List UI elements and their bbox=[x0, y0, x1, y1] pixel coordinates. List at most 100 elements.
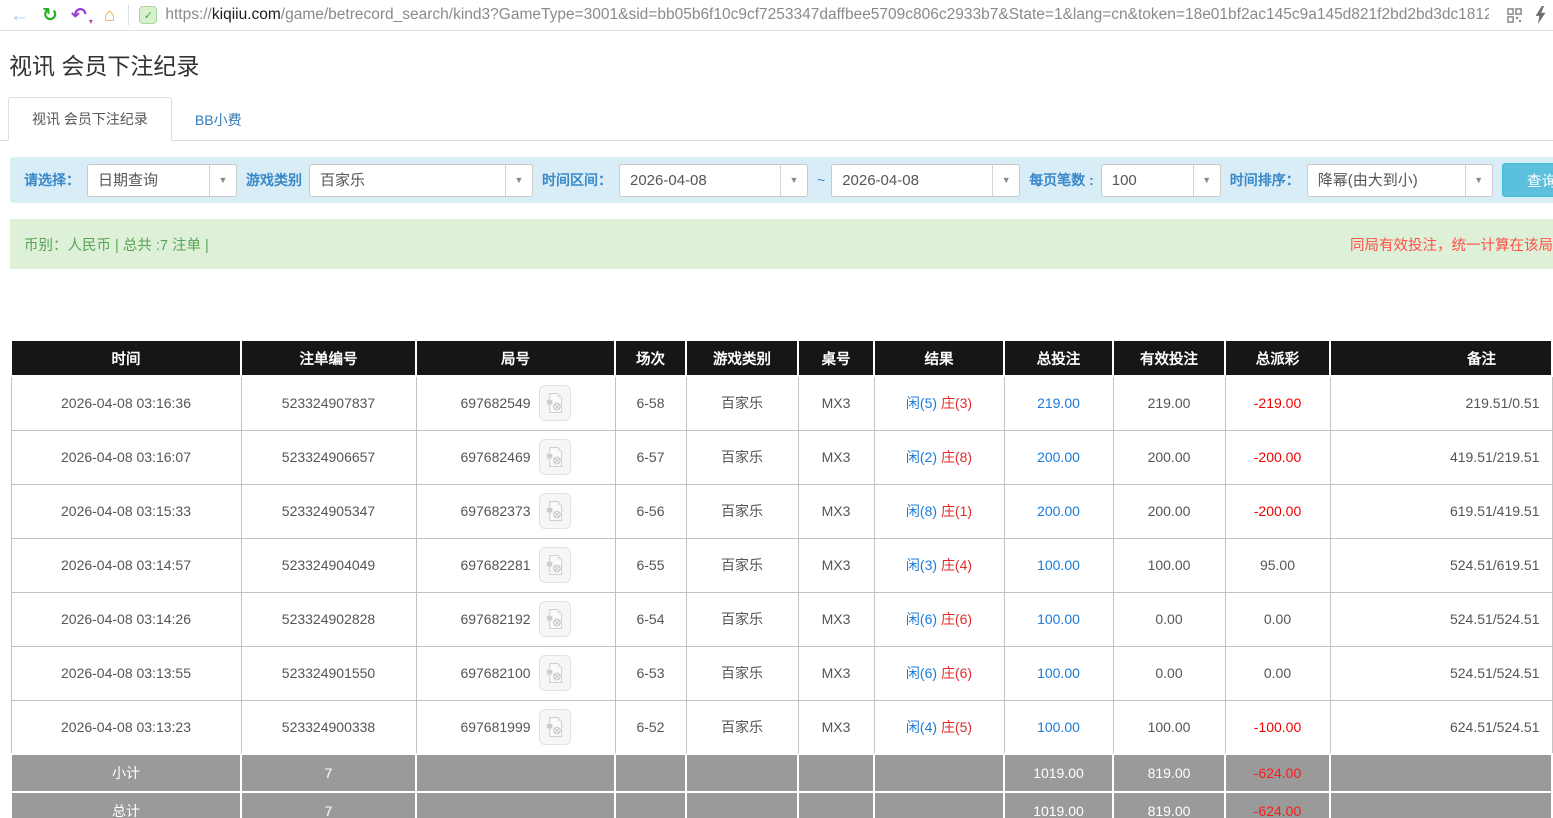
round-number: 697682469 bbox=[460, 449, 530, 465]
date-to-select[interactable]: 2026-04-08 ▼ bbox=[831, 164, 1020, 197]
table-number-cell: MX3 bbox=[798, 430, 874, 484]
game-type-value: 百家乐 bbox=[310, 165, 505, 196]
column-header: 注单编号 bbox=[241, 340, 416, 376]
session-cell: 6-55 bbox=[615, 538, 686, 592]
footer-cell bbox=[416, 754, 615, 792]
page-size-value: 100 bbox=[1102, 165, 1193, 196]
valid-bet-cell: 200.00 bbox=[1113, 430, 1225, 484]
column-header: 结果 bbox=[874, 340, 1004, 376]
chevron-down-icon: ▼ bbox=[780, 165, 807, 196]
column-header: 时间 bbox=[11, 340, 241, 376]
table-number-cell: MX3 bbox=[798, 538, 874, 592]
total-bet-cell: 200.00 bbox=[1004, 430, 1113, 484]
footer-cell bbox=[686, 754, 798, 792]
session-cell: 6-57 bbox=[615, 430, 686, 484]
footer-cell: 7 bbox=[241, 754, 416, 792]
footer-cell: 小计 bbox=[11, 754, 241, 792]
game-type-cell: 百家乐 bbox=[686, 376, 798, 430]
footer-cell bbox=[686, 792, 798, 818]
video-replay-button[interactable] bbox=[539, 385, 571, 421]
footer-cell: 总计 bbox=[11, 792, 241, 818]
date-from-select[interactable]: 2026-04-08 ▼ bbox=[619, 164, 808, 197]
video-replay-button[interactable] bbox=[539, 439, 571, 475]
result-player: 闲(5) bbox=[906, 395, 937, 411]
note-cell: 524.51/524.51 bbox=[1330, 646, 1552, 700]
date-from-value: 2026-04-08 bbox=[620, 165, 780, 196]
result-cell: 闲(8) 庄(1) bbox=[874, 484, 1004, 538]
url-scheme: https:// bbox=[165, 6, 212, 24]
video-replay-button[interactable] bbox=[539, 547, 571, 583]
column-header: 桌号 bbox=[798, 340, 874, 376]
total-bet-cell: 219.00 bbox=[1004, 376, 1113, 430]
bet-id-cell: 523324906657 bbox=[241, 430, 416, 484]
home-icon[interactable]: ⌂ bbox=[104, 6, 115, 25]
table-number-cell: MX3 bbox=[798, 376, 874, 430]
round-id-cell: 697682549 bbox=[416, 376, 615, 430]
tab-bb-tip[interactable]: BB小费 bbox=[172, 99, 265, 141]
qr-code-icon[interactable] bbox=[1507, 8, 1522, 23]
table-header-row: 时间注单编号局号场次游戏类别桌号结果总投注有效投注总派彩备注 bbox=[11, 340, 1552, 376]
total-bet-cell: 100.00 bbox=[1004, 646, 1113, 700]
footer-cell bbox=[416, 792, 615, 818]
refresh-icon[interactable]: ↻ bbox=[42, 6, 58, 25]
payout-cell: -200.00 bbox=[1225, 484, 1330, 538]
round-id-cell: 697682192 bbox=[416, 592, 615, 646]
footer-cell: 1019.00 bbox=[1004, 792, 1113, 818]
lightning-icon[interactable] bbox=[1534, 6, 1547, 24]
footer-cell bbox=[874, 754, 1004, 792]
game-type-label: 游戏类别 bbox=[246, 170, 302, 190]
video-replay-button[interactable] bbox=[539, 601, 571, 637]
undo-icon[interactable]: ↶ bbox=[71, 6, 87, 25]
game-type-cell: 百家乐 bbox=[686, 592, 798, 646]
back-icon[interactable]: ← bbox=[10, 6, 29, 25]
table-row: 2026-04-08 03:14:26523324902828697682192… bbox=[11, 592, 1552, 646]
table-number-cell: MX3 bbox=[798, 700, 874, 754]
footer-cell bbox=[615, 792, 686, 818]
game-type-cell: 百家乐 bbox=[686, 700, 798, 754]
address-bar[interactable]: https://kiqiiu.com/game/betrecord_search… bbox=[165, 6, 1489, 24]
result-cell: 闲(6) 庄(6) bbox=[874, 592, 1004, 646]
session-cell: 6-58 bbox=[615, 376, 686, 430]
page-size-select[interactable]: 100 ▼ bbox=[1101, 164, 1221, 197]
video-replay-button[interactable] bbox=[539, 709, 571, 745]
video-replay-button[interactable] bbox=[539, 493, 571, 529]
result-banker: 庄(3) bbox=[941, 395, 972, 411]
date-range-tilde: ~ bbox=[817, 172, 825, 188]
browser-toolbar: ← ↻ ↶ ▾ ⌂ ✓ https://kiqiiu.com/game/betr… bbox=[0, 0, 1553, 31]
session-cell: 6-54 bbox=[615, 592, 686, 646]
session-cell: 6-52 bbox=[615, 700, 686, 754]
chevron-down-icon: ▼ bbox=[1465, 165, 1492, 196]
round-number: 697682549 bbox=[460, 395, 530, 411]
film-icon bbox=[545, 446, 564, 468]
security-shield-icon[interactable]: ✓ bbox=[139, 6, 157, 24]
url-path: /game/betrecord_search/kind3?GameType=30… bbox=[281, 6, 1489, 24]
column-header: 有效投注 bbox=[1113, 340, 1225, 376]
sort-select[interactable]: 降幂(由大到小) ▼ bbox=[1307, 164, 1493, 197]
video-replay-button[interactable] bbox=[539, 655, 571, 691]
time-cell: 2026-04-08 03:14:57 bbox=[11, 538, 241, 592]
chevron-down-icon: ▼ bbox=[505, 165, 532, 196]
time-cell: 2026-04-08 03:16:36 bbox=[11, 376, 241, 430]
note-cell: 524.51/524.51 bbox=[1330, 592, 1552, 646]
game-type-select[interactable]: 百家乐 ▼ bbox=[309, 164, 533, 197]
valid-bet-cell: 100.00 bbox=[1113, 538, 1225, 592]
round-id-cell: 697682100 bbox=[416, 646, 615, 700]
result-player: 闲(3) bbox=[906, 557, 937, 573]
bet-records-table: 时间注单编号局号场次游戏类别桌号结果总投注有效投注总派彩备注 2026-04-0… bbox=[10, 339, 1553, 818]
tab-bar: 视讯 会员下注纪录 BB小费 bbox=[0, 97, 1553, 141]
footer-cell: 819.00 bbox=[1113, 792, 1225, 818]
query-type-select[interactable]: 日期查询 ▼ bbox=[87, 164, 237, 197]
game-type-cell: 百家乐 bbox=[686, 538, 798, 592]
valid-bet-cell: 100.00 bbox=[1113, 700, 1225, 754]
undo-dropdown-caret-icon[interactable]: ▾ bbox=[89, 17, 93, 30]
result-player: 闲(6) bbox=[906, 611, 937, 627]
tab-bet-records[interactable]: 视讯 会员下注纪录 bbox=[8, 97, 172, 141]
search-button[interactable]: 查询 bbox=[1502, 163, 1553, 197]
payout-cell: -219.00 bbox=[1225, 376, 1330, 430]
chevron-down-icon: ▼ bbox=[1193, 165, 1220, 196]
currency-total-text: 币别：人民币 | 总共 :7 注单 | bbox=[24, 234, 209, 255]
bet-id-cell: 523324900338 bbox=[241, 700, 416, 754]
round-number: 697681999 bbox=[460, 719, 530, 735]
round-id-cell: 697682469 bbox=[416, 430, 615, 484]
time-cell: 2026-04-08 03:16:07 bbox=[11, 430, 241, 484]
